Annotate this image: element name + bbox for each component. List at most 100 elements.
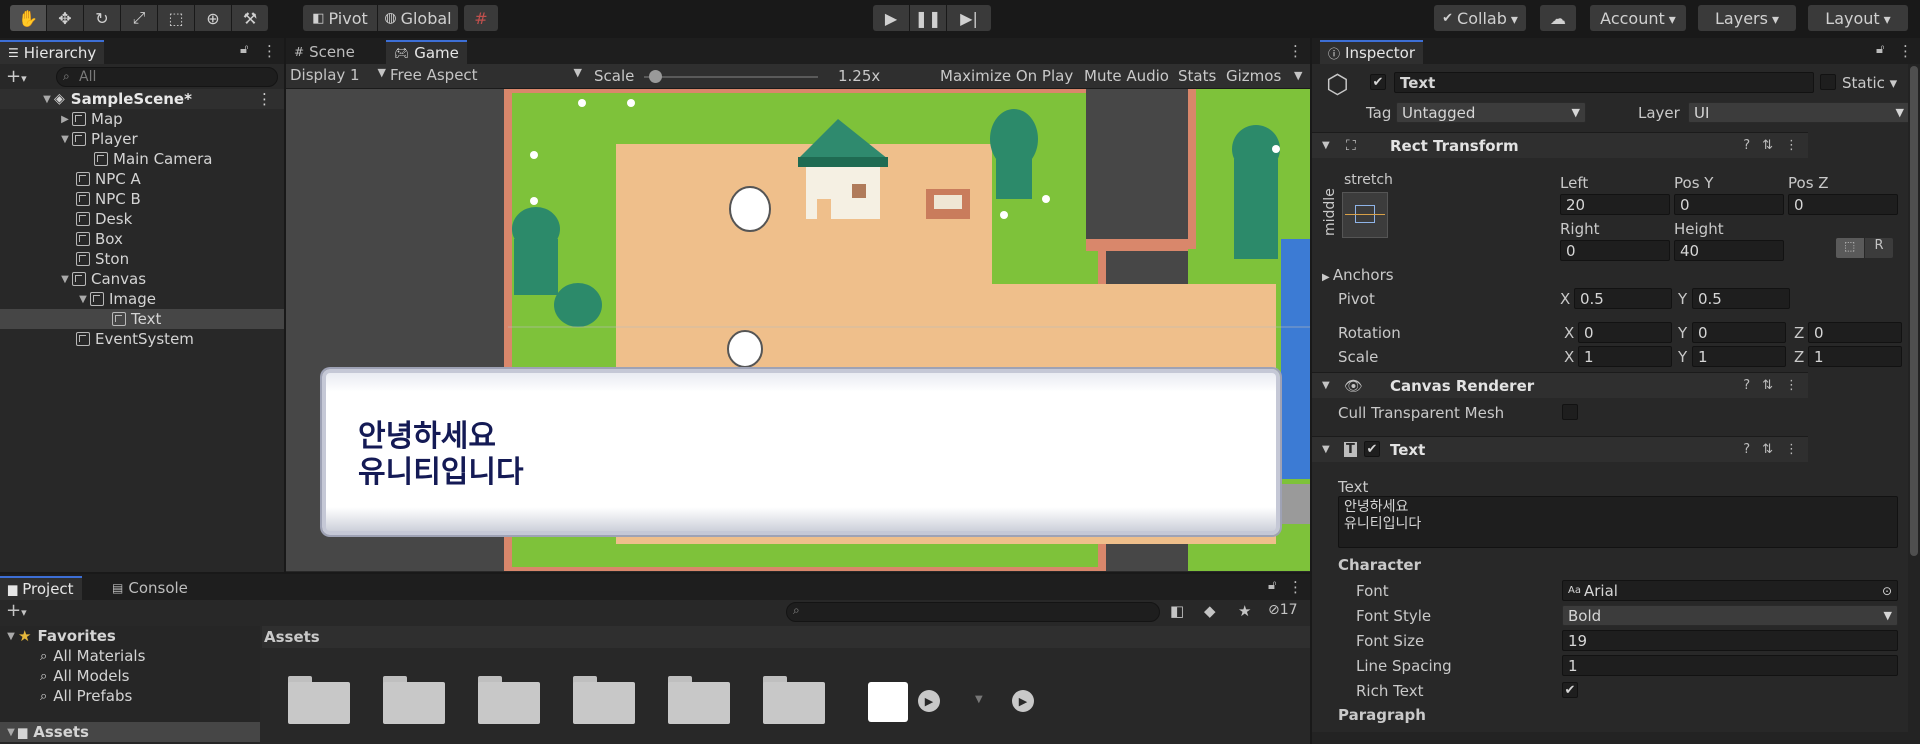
text-component-header[interactable]: ▼ T ✔ Text ? ⇅ ⋮ — [1312, 436, 1808, 462]
add-object-button[interactable]: +▾ — [6, 66, 27, 87]
scale-y-field[interactable]: 1 — [1692, 346, 1786, 367]
object-picker-icon[interactable]: ⊙ — [1882, 584, 1892, 598]
component-kebab-icon[interactable]: ⋮ — [1785, 442, 1798, 457]
tab-inspector[interactable]: ⓘ Inspector — [1320, 40, 1423, 64]
tab-hierarchy[interactable]: ☰ Hierarchy — [0, 40, 105, 64]
hierarchy-item-npc-a[interactable]: NPC A — [0, 169, 284, 189]
cull-transparent-mesh-checkbox[interactable] — [1562, 404, 1578, 420]
expand-arrow-icon[interactable]: ▼ — [58, 134, 72, 145]
inspector-kebab-icon[interactable]: ⋮ — [1898, 42, 1913, 60]
help-icon[interactable]: ? — [1743, 442, 1750, 457]
foldout-arrow-icon[interactable]: ▼ — [1322, 444, 1330, 455]
move-tool-button[interactable]: ✥ — [47, 5, 83, 31]
tab-game[interactable]: 🎮︎ Game — [386, 40, 467, 64]
pivot-x-field[interactable]: 0.5 — [1574, 288, 1672, 309]
play-asset-icon[interactable]: ▶ — [918, 690, 940, 712]
global-toggle[interactable]: ◍ Global — [378, 5, 458, 31]
text-enabled-checkbox[interactable]: ✔ — [1364, 441, 1380, 457]
object-name-field[interactable]: Text — [1394, 72, 1814, 93]
expand-arrow-icon[interactable]: ▼ — [40, 94, 54, 105]
project-search-input[interactable]: ⌕ — [786, 602, 1160, 622]
transform-tool-button[interactable]: ⊕ — [195, 5, 231, 31]
layers-dropdown[interactable]: Layers — [1698, 5, 1796, 31]
cloud-button[interactable]: ☁ — [1540, 5, 1576, 31]
left-field[interactable]: 20 — [1560, 194, 1670, 215]
layout-dropdown[interactable]: Layout — [1808, 5, 1908, 31]
stats-toggle[interactable]: Stats — [1178, 67, 1216, 85]
hand-tool-button[interactable]: ✋ — [10, 5, 46, 31]
project-kebab-icon[interactable]: ⋮ — [1288, 578, 1303, 596]
rect-tool-button[interactable]: ⬚ — [158, 5, 194, 31]
scrollbar-thumb[interactable] — [1910, 66, 1918, 556]
anchor-presets-button[interactable] — [1342, 192, 1388, 238]
hierarchy-item-npc-b[interactable]: NPC B — [0, 189, 284, 209]
posy-field[interactable]: 0 — [1674, 194, 1784, 215]
favorite-all-materials[interactable]: ⌕ All Materials — [0, 646, 260, 666]
tab-console[interactable]: ▤ Console — [104, 576, 196, 600]
expand-arrow-icon[interactable]: ▼ — [58, 274, 72, 285]
hierarchy-search-input[interactable]: ⌕ All — [56, 67, 278, 87]
game-kebab-icon[interactable]: ⋮ — [1288, 42, 1303, 60]
preset-icon[interactable]: ⇅ — [1762, 138, 1773, 153]
rotation-z-field[interactable]: 0 — [1808, 322, 1902, 343]
filter-type-icon[interactable]: ◧ — [1170, 602, 1184, 620]
gizmos-dropdown-icon[interactable]: ▼ — [1294, 69, 1302, 82]
pivot-toggle[interactable]: ◧ Pivot — [303, 5, 377, 31]
game-view[interactable]: 안녕하세요 유니티입니다 — [286, 89, 1310, 571]
tag-dropdown[interactable]: Untagged ▼ — [1396, 102, 1586, 123]
static-dropdown[interactable]: Static ▾ — [1842, 74, 1897, 92]
step-button[interactable]: ▶| — [947, 5, 991, 31]
font-style-dropdown[interactable]: Bold ▼ — [1562, 605, 1898, 626]
static-checkbox[interactable] — [1820, 74, 1836, 90]
lock-icon[interactable]: 🔓︎ — [1268, 578, 1276, 593]
line-spacing-field[interactable]: 1 — [1562, 655, 1898, 676]
collab-dropdown[interactable]: ✔ Collab — [1434, 5, 1526, 31]
component-kebab-icon[interactable]: ⋮ — [1785, 138, 1798, 153]
grid-snap-button[interactable]: # — [464, 5, 498, 31]
expand-arrow-icon[interactable]: ▼ — [4, 727, 18, 738]
scale-tool-button[interactable]: ⤢ — [121, 5, 157, 31]
hierarchy-item-box[interactable]: Box — [0, 229, 284, 249]
hierarchy-item-player[interactable]: ▼ Player — [0, 129, 284, 149]
hierarchy-item-text[interactable]: Text — [0, 309, 284, 329]
rich-text-checkbox[interactable]: ✔ — [1562, 682, 1578, 698]
help-icon[interactable]: ? — [1743, 378, 1750, 393]
pivot-y-field[interactable]: 0.5 — [1692, 288, 1790, 309]
canvas-renderer-header[interactable]: ▼ 👁︎ Canvas Renderer ? ⇅ ⋮ — [1312, 372, 1808, 398]
maximize-on-play-toggle[interactable]: Maximize On Play — [940, 67, 1073, 85]
text-content-area[interactable]: 안녕하세요 유니티입니다 — [1338, 496, 1898, 548]
scene-row[interactable]: ▼ ◈ SampleScene* ⋮ — [0, 89, 284, 109]
rotation-x-field[interactable]: 0 — [1578, 322, 1672, 343]
asset-folder[interactable] — [668, 676, 730, 724]
pause-button[interactable]: ❚❚ — [910, 5, 946, 31]
component-kebab-icon[interactable]: ⋮ — [1785, 378, 1798, 393]
hierarchy-item-main-camera[interactable]: Main Camera — [0, 149, 284, 169]
hierarchy-item-ston[interactable]: Ston — [0, 249, 284, 269]
display-dropdown[interactable]: Display 1 ▼ — [290, 66, 386, 86]
posz-field[interactable]: 0 — [1788, 194, 1898, 215]
mute-audio-toggle[interactable]: Mute Audio — [1084, 67, 1169, 85]
tab-scene[interactable]: # Scene — [286, 40, 363, 64]
hierarchy-item-eventsystem[interactable]: EventSystem — [0, 329, 284, 349]
hierarchy-item-canvas[interactable]: ▼ Canvas — [0, 269, 284, 289]
asset-folder[interactable] — [763, 676, 825, 724]
asset-folder[interactable] — [288, 676, 350, 724]
hierarchy-item-image[interactable]: ▼ Image — [0, 289, 284, 309]
anchors-foldout[interactable]: ▶ Anchors — [1322, 266, 1394, 284]
blueprint-mode-button[interactable]: ⬚ — [1836, 238, 1864, 258]
scale-slider-track[interactable] — [644, 76, 818, 78]
create-asset-button[interactable]: +▾ — [6, 600, 27, 621]
foldout-arrow-icon[interactable]: ▼ — [1322, 140, 1330, 151]
kebab-menu-icon[interactable]: ⋮ — [262, 42, 277, 60]
preset-icon[interactable]: ⇅ — [1762, 442, 1773, 457]
active-checkbox[interactable]: ✔ — [1370, 74, 1386, 90]
scene-kebab-icon[interactable]: ⋮ — [257, 90, 272, 108]
expand-arrow-icon[interactable]: ▼ — [4, 631, 18, 642]
lock-icon[interactable]: 🔓︎ — [240, 42, 248, 57]
help-icon[interactable]: ? — [1743, 138, 1750, 153]
font-size-field[interactable]: 19 — [1562, 630, 1898, 651]
rotate-tool-button[interactable]: ↻ — [84, 5, 120, 31]
hierarchy-item-map[interactable]: ▶ Map — [0, 109, 284, 129]
account-dropdown[interactable]: Account — [1590, 5, 1686, 31]
rect-transform-header[interactable]: ▼ ⛶ Rect Transform ? ⇅ ⋮ — [1312, 132, 1808, 158]
